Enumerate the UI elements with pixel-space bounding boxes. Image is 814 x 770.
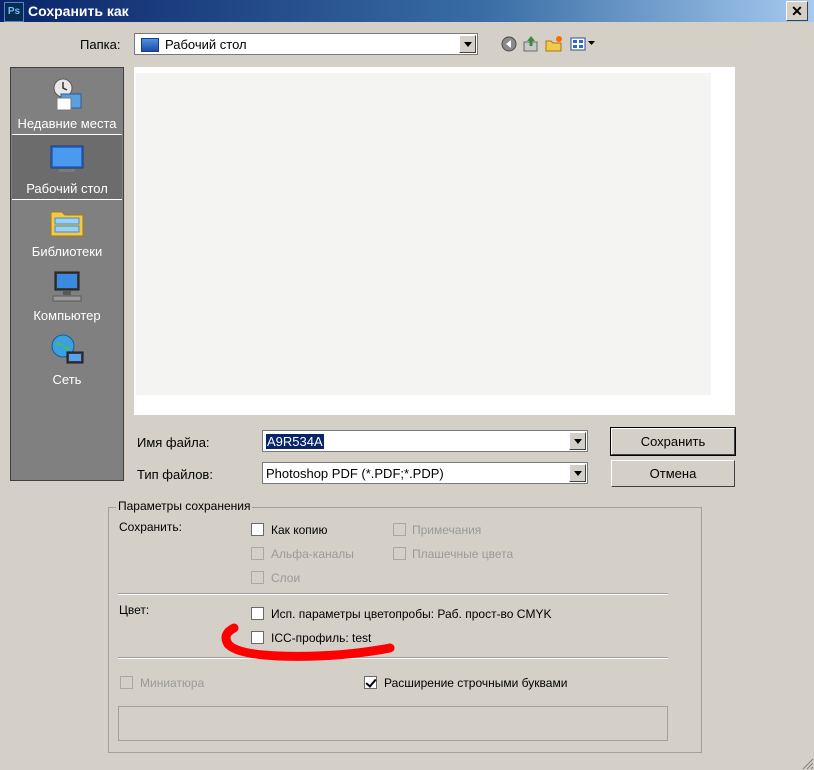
resize-grip-icon[interactable] — [798, 754, 814, 770]
filename-dropdown-button[interactable] — [569, 432, 586, 450]
up-folder-icon[interactable] — [522, 35, 540, 53]
view-menu-icon[interactable] — [569, 35, 599, 53]
place-libraries[interactable]: Библиотеки — [12, 198, 122, 262]
red-annotation-scribble — [221, 623, 395, 661]
as-copy-label: Как копию — [271, 523, 328, 537]
folder-dropdown-button[interactable] — [459, 35, 476, 53]
desktop-mini-icon — [141, 38, 159, 52]
cancel-button[interactable]: Отмена — [611, 460, 735, 487]
save-button[interactable]: Сохранить — [610, 427, 736, 456]
place-network[interactable]: Сеть — [12, 326, 122, 390]
recent-places-icon — [53, 78, 82, 111]
notes-checkbox[interactable] — [393, 523, 406, 536]
place-label: Рабочий стол — [26, 181, 108, 196]
folder-combo[interactable]: Рабочий стол — [134, 33, 478, 55]
filename-label: Имя файла: — [137, 435, 210, 450]
close-button[interactable]: ✕ — [786, 1, 808, 21]
alpha-channels-checkbox[interactable] — [251, 547, 264, 560]
place-label: Недавние места — [17, 116, 117, 131]
title-bar: Ps Сохранить как ✕ — [0, 0, 814, 22]
file-list-content — [136, 73, 711, 395]
places-bar: Недавние места Рабочий стол Библиотеки К… — [10, 67, 124, 481]
photoshop-app-icon: Ps — [4, 2, 24, 22]
color-section-label: Цвет: — [119, 603, 150, 617]
thumbnail-checkbox[interactable] — [120, 676, 133, 689]
lowercase-extension-label: Расширение строчными буквами — [384, 676, 568, 690]
proof-setup-label: Исп. параметры цветопробы: Раб. прост-во… — [271, 607, 552, 621]
filename-input[interactable]: A9R534A — [262, 430, 588, 452]
save-options-title: Параметры сохранения — [116, 499, 253, 513]
filetype-dropdown-button[interactable] — [569, 464, 586, 482]
warning-message-box — [118, 706, 668, 741]
alpha-channels-label: Альфа-каналы — [271, 547, 354, 561]
libraries-icon — [50, 211, 84, 237]
place-label: Компьютер — [33, 308, 101, 323]
file-list[interactable] — [134, 67, 735, 415]
spot-colors-checkbox[interactable] — [393, 547, 406, 560]
spot-colors-label: Плашечные цвета — [412, 547, 514, 561]
filetype-value: Photoshop PDF (*.PDF;*.PDP) — [266, 466, 444, 481]
place-computer[interactable]: Компьютер — [12, 262, 122, 326]
desktop-icon — [50, 145, 84, 172]
as-copy-checkbox[interactable] — [251, 523, 264, 536]
place-label: Сеть — [52, 372, 82, 387]
folder-value: Рабочий стол — [165, 37, 247, 52]
notes-label: Примечания — [412, 523, 482, 537]
filetype-label: Тип файлов: — [137, 467, 213, 482]
network-icon — [51, 334, 84, 364]
folder-label: Папка: — [80, 37, 121, 52]
save-section-label: Сохранить: — [119, 520, 182, 534]
layers-checkbox[interactable] — [251, 571, 264, 584]
place-label: Библиотеки — [31, 244, 103, 259]
place-recent[interactable]: Недавние места — [12, 70, 122, 134]
filename-value: A9R534A — [266, 434, 324, 449]
filetype-select[interactable]: Photoshop PDF (*.PDF;*.PDP) — [262, 462, 588, 484]
new-folder-icon[interactable] — [545, 35, 563, 53]
window-title: Сохранить как — [28, 3, 129, 19]
lowercase-extension-checkbox[interactable] — [364, 676, 377, 689]
computer-icon — [52, 271, 82, 302]
thumbnail-label: Миниатюра — [140, 676, 205, 690]
proof-setup-checkbox[interactable] — [251, 607, 264, 620]
layers-label: Слои — [271, 571, 301, 585]
back-icon[interactable] — [500, 35, 518, 53]
place-desktop[interactable]: Рабочий стол — [12, 134, 122, 200]
divider — [118, 593, 668, 595]
